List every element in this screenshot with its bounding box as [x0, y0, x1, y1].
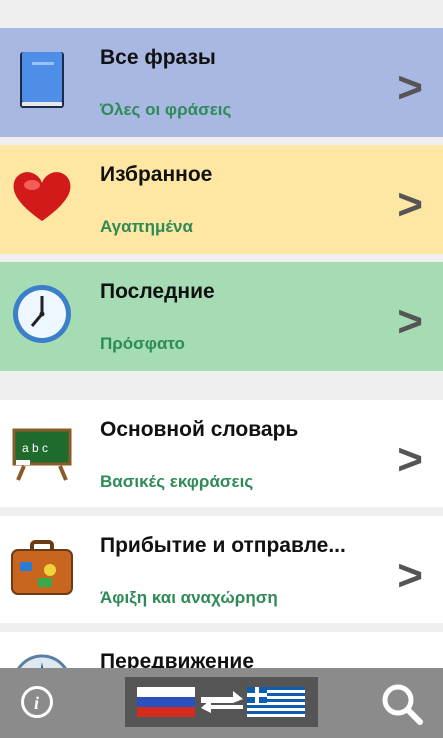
- suitcase-icon: [10, 536, 74, 600]
- list-item-arrival-departure[interactable]: Прибытие и отправле... Άφιξη και αναχώρη…: [0, 516, 443, 623]
- item-subtitle: Όλες οι φράσεις: [100, 100, 232, 119]
- item-subtitle: Βασικές εκφράσεις: [100, 472, 254, 491]
- chevron-right-icon: >: [397, 297, 423, 346]
- svg-text:i: i: [34, 693, 39, 713]
- chevron-right-icon: >: [397, 435, 423, 484]
- list-item-basic-dictionary[interactable]: a b c Основной словарь Βασικές εκφράσεις…: [0, 400, 443, 507]
- svg-text:a b c: a b c: [22, 441, 48, 455]
- item-title: Прибытие и отправле...: [100, 534, 346, 557]
- chalkboard-icon: a b c: [10, 420, 74, 484]
- item-title: Избранное: [100, 163, 213, 186]
- language-switch-button[interactable]: [125, 677, 318, 727]
- list-item-all-phrases[interactable]: Все фразы Όλες οι φράσεις >: [0, 28, 443, 137]
- item-subtitle: Πρόσφατο: [100, 334, 185, 353]
- chevron-right-icon: >: [397, 551, 423, 600]
- item-title: Все фразы: [100, 46, 216, 69]
- item-subtitle: Αγαπημένα: [100, 217, 193, 236]
- bottom-bar: i: [0, 668, 443, 738]
- search-icon[interactable]: [380, 682, 424, 726]
- list-item-recent[interactable]: Последние Πρόσφατο >: [0, 262, 443, 371]
- item-subtitle: Άφιξη και αναχώρηση: [100, 588, 278, 607]
- heart-icon: [10, 165, 74, 229]
- list-item-favorites[interactable]: Избранное Αγαπημένα >: [0, 145, 443, 254]
- chevron-right-icon: >: [397, 180, 423, 229]
- clock-icon: [10, 282, 74, 346]
- item-title: Последние: [100, 280, 215, 303]
- item-title: Основной словарь: [100, 418, 299, 441]
- info-icon[interactable]: i: [21, 686, 53, 718]
- book-icon: [10, 48, 74, 112]
- chevron-right-icon: >: [397, 63, 423, 112]
